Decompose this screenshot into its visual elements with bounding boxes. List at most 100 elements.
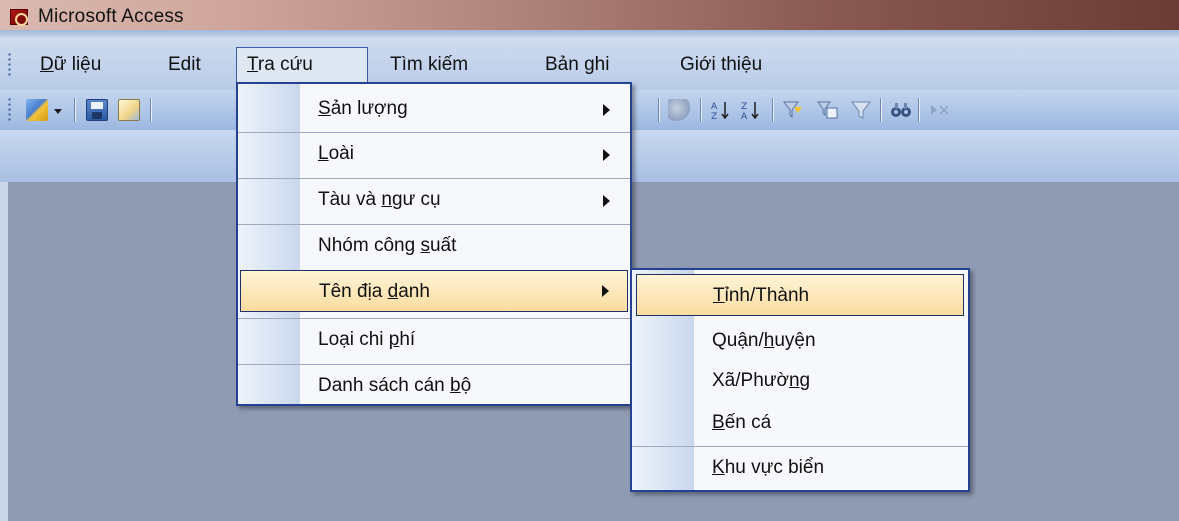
find-icon[interactable] xyxy=(890,99,912,121)
label-post: ến cá xyxy=(724,412,772,433)
sort-descending-icon[interactable]: ZA xyxy=(740,99,762,122)
label-accesskey: h xyxy=(763,330,775,351)
menu-tim-kiem[interactable]: Tìm kiếm xyxy=(380,48,478,82)
label-accesskey: n xyxy=(788,370,800,391)
svg-text:A: A xyxy=(741,112,748,121)
label-accesskey: L xyxy=(318,143,329,164)
label-pre: Danh sách cán xyxy=(318,375,451,396)
menu-item-label: Bến cá xyxy=(712,402,771,444)
menu-item-loai[interactable]: Loài xyxy=(238,132,630,174)
menu-item-khu-vuc-bien[interactable]: Khu vực biển xyxy=(632,446,968,488)
menu-item-xa-phuong[interactable]: Xã/Phường xyxy=(632,360,968,402)
access-key-icon[interactable] xyxy=(10,9,28,26)
menu-du-lieu[interactable]: Dữ liệu xyxy=(30,48,111,82)
label-post: hí xyxy=(399,329,416,350)
menu-item-label: Quận/huyện xyxy=(712,320,816,362)
menu-ban-ghi-label: Bản ghi xyxy=(545,54,610,75)
label-accesskey: s xyxy=(420,235,430,256)
label-post: ỉnh/Thành xyxy=(724,285,810,306)
label-accesskey: K xyxy=(712,457,725,478)
menubar-grip-handle[interactable] xyxy=(8,52,11,78)
menu-item-ben-ca[interactable]: Bến cá xyxy=(632,402,968,444)
filter-by-selection-icon[interactable] xyxy=(782,99,804,121)
label-pre: Nhóm công xyxy=(318,235,421,256)
title-bar: Microsoft Access xyxy=(0,0,1179,38)
menu-item-san-luong[interactable]: Sản lượng xyxy=(238,88,630,130)
label-accesskey: b xyxy=(450,375,461,396)
save-icon[interactable] xyxy=(86,99,108,121)
label-accesskey: S xyxy=(318,98,331,119)
menu-item-label: Tỉnh/Thành xyxy=(713,275,809,317)
menu-edit[interactable]: Edit xyxy=(158,48,211,82)
menu-item-label: Xã/Phường xyxy=(712,360,810,402)
label-post: ộ xyxy=(460,375,472,396)
filter-by-form-icon[interactable] xyxy=(816,99,838,121)
label-post: gư cụ xyxy=(391,189,441,210)
print-preview-icon[interactable] xyxy=(118,99,140,121)
new-record-icon[interactable] xyxy=(928,99,950,121)
menu-item-danh-sach-can-bo[interactable]: Danh sách cán bộ xyxy=(238,364,630,406)
menu-tra-cuu-accesskey: T xyxy=(247,54,258,75)
label-post: uất xyxy=(429,235,457,256)
menu-item-loai-chi-phi[interactable]: Loại chi phí xyxy=(238,318,630,360)
label-pre: Loại chi xyxy=(318,329,389,350)
title-bar-bottom-edge xyxy=(0,30,1179,38)
dropdown-arrow-icon[interactable] xyxy=(52,104,64,116)
menu-item-quan-huyen[interactable]: Quận/huyện xyxy=(632,320,968,362)
submenu-ten-dia-danh: Tỉnh/Thành Quận/huyện Xã/Phường Bến cá K… xyxy=(630,268,970,492)
menu-item-label: Danh sách cán bộ xyxy=(318,365,471,407)
toolbar-separator xyxy=(880,98,881,122)
toolbar-grip-handle[interactable] xyxy=(8,97,11,123)
menu-item-label: Sản lượng xyxy=(318,88,408,130)
label-accesskey: B xyxy=(712,412,725,433)
dropdown-tra-cuu: Sản lượng Loài Tàu và ngư cụ Nhóm công s… xyxy=(236,82,632,406)
menu-item-label: Khu vực biển xyxy=(712,447,824,489)
submenu-arrow-icon xyxy=(603,104,610,116)
submenu-arrow-icon xyxy=(602,285,609,297)
menu-gioi-thieu[interactable]: Giới thiệu xyxy=(670,48,772,82)
label-pre: Xã/Phườ xyxy=(712,370,789,391)
menu-item-label: Nhóm công suất xyxy=(318,225,456,267)
label-accesskey: d xyxy=(387,281,399,302)
menu-item-ten-dia-danh[interactable]: Tên địa danh xyxy=(240,270,628,312)
window-title: Microsoft Access xyxy=(38,6,184,27)
toolbar-separator xyxy=(772,98,773,122)
toolbar-separator xyxy=(74,98,75,122)
label-accesskey: T xyxy=(713,285,725,306)
toolbar-separator xyxy=(700,98,701,122)
svg-text:A: A xyxy=(711,102,718,112)
submenu-arrow-icon xyxy=(603,149,610,161)
menu-gioi-thieu-label: Giới thiệu xyxy=(680,54,763,75)
menu-ban-ghi[interactable]: Bản ghi xyxy=(535,48,619,82)
label-accesskey: p xyxy=(388,329,400,350)
workspace-left-edge xyxy=(0,182,8,521)
label-post: anh xyxy=(398,281,430,302)
menu-du-lieu-accesskey: D xyxy=(40,54,54,75)
menu-edit-label: Edit xyxy=(168,54,201,75)
apply-filter-icon[interactable] xyxy=(850,99,872,121)
menu-item-label: Tàu và ngư cụ xyxy=(318,179,441,221)
menu-item-nhom-cong-suat[interactable]: Nhóm công suất xyxy=(238,224,630,266)
submenu-arrow-icon xyxy=(603,195,610,207)
label-pre: Tên địa xyxy=(319,281,388,302)
toolbar-separator xyxy=(150,98,151,122)
svg-text:Z: Z xyxy=(711,112,717,121)
menu-item-tinh-thanh[interactable]: Tỉnh/Thành xyxy=(636,274,964,316)
toolbar-separator xyxy=(658,98,659,122)
label-post: ản lượng xyxy=(330,98,408,119)
menu-item-tau-va-ngu-cu[interactable]: Tàu và ngư cụ xyxy=(238,178,630,220)
label-accesskey: n xyxy=(381,189,392,210)
menu-tim-kiem-label: Tìm kiếm xyxy=(390,54,469,75)
relationships-icon[interactable] xyxy=(668,99,690,121)
menu-du-lieu-label-post: ữ liệu xyxy=(53,54,102,75)
menu-item-label: Loại chi phí xyxy=(318,319,415,361)
toolbar-separator xyxy=(918,98,919,122)
label-pre: Tàu và xyxy=(318,189,382,210)
sort-ascending-icon[interactable]: AZ xyxy=(710,99,732,122)
menu-item-label: Loài xyxy=(318,133,354,175)
label-post: uyện xyxy=(774,330,816,351)
design-view-icon[interactable] xyxy=(26,99,48,121)
menu-tra-cuu-label-post: ra cứu xyxy=(257,54,313,75)
label-post: hu vực biển xyxy=(724,457,825,478)
label-pre: Quận/ xyxy=(712,330,764,351)
